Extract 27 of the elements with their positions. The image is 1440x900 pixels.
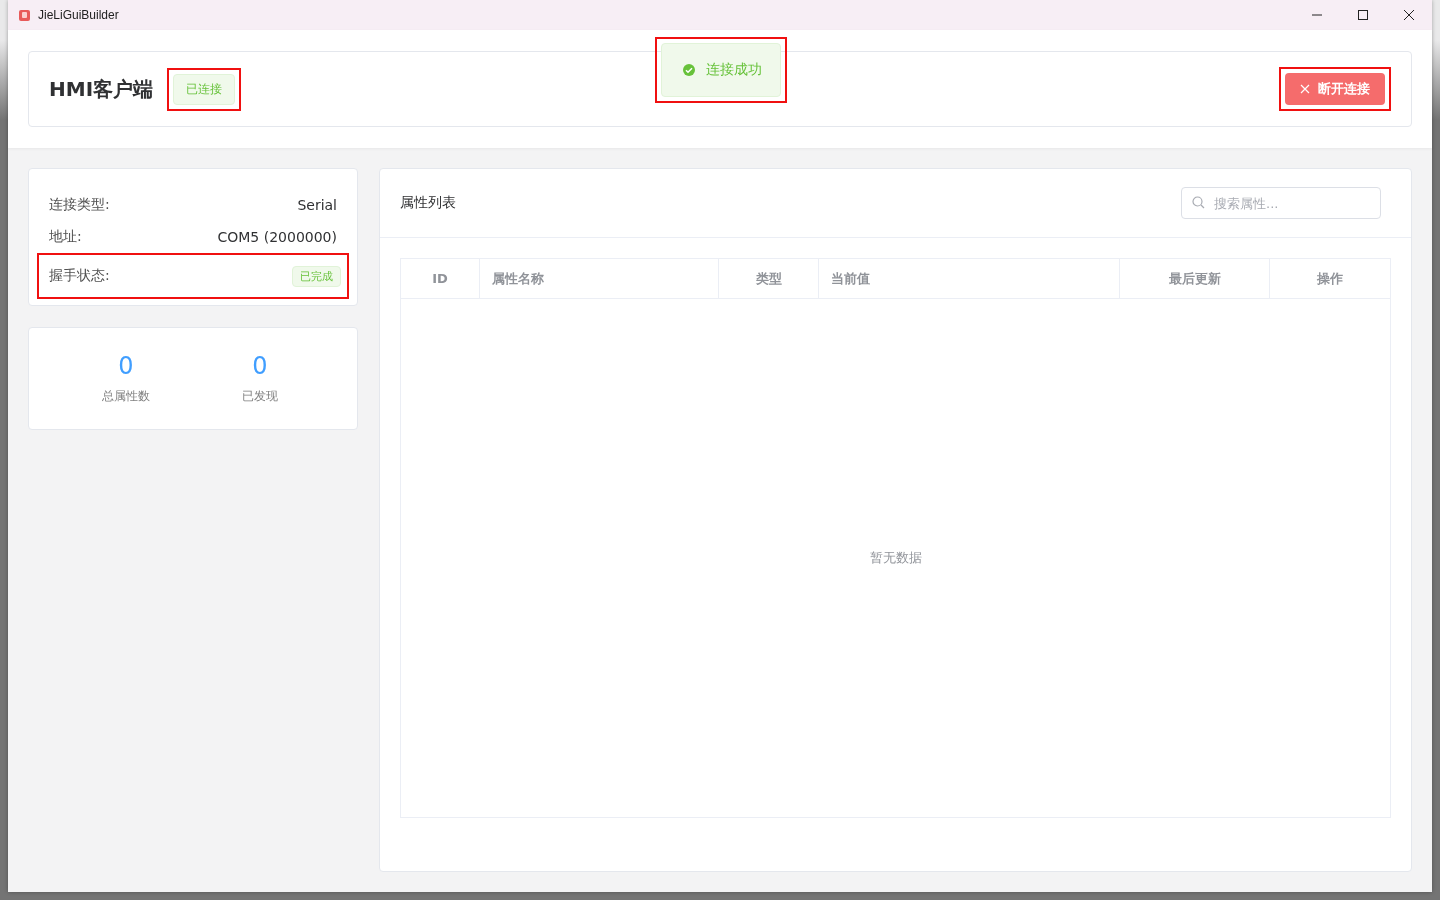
column-header: 当前值 (819, 259, 1120, 298)
column-header: 属性名称 (480, 259, 719, 298)
info-label: 握手状态: (49, 267, 110, 285)
column-header: 类型 (719, 259, 819, 298)
app-logo-icon (18, 8, 32, 22)
stat-value: 0 (118, 352, 134, 380)
window-title: JieLiGuiBuilder (38, 8, 119, 22)
column-header: ID (401, 259, 480, 298)
check-circle-icon (682, 63, 696, 77)
stat-label: 总属性数 (102, 388, 150, 405)
info-label: 连接类型: (49, 196, 110, 214)
column-header: 最后更新 (1120, 259, 1270, 298)
disconnect-button[interactable]: 断开连接 (1285, 73, 1385, 105)
info-label: 地址: (49, 228, 82, 246)
stat-label: 已发现 (242, 388, 278, 405)
toast-message: 连接成功 (661, 43, 781, 97)
status-tag: 已连接 (173, 73, 236, 105)
panel-title: 属性列表 (400, 194, 456, 212)
empty-message: 暂无数据 (869, 549, 922, 567)
search-field[interactable]: 搜索属性... (1181, 187, 1381, 219)
column-header: 操作 (1316, 269, 1344, 288)
info-value: Serial (297, 197, 337, 213)
close-icon (1300, 84, 1310, 94)
status-tag: 已完成 (292, 265, 341, 287)
stat-value: 0 (252, 352, 268, 380)
app-heading: HMI客户端 (49, 75, 154, 103)
info-value: COM5 (2000000) (217, 229, 337, 245)
